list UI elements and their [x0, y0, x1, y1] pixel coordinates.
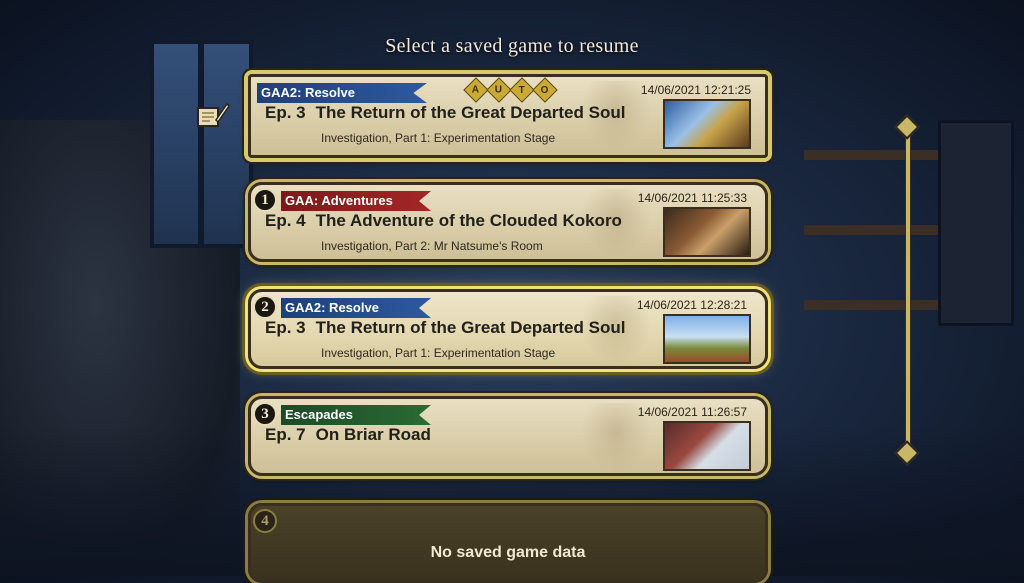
save-thumbnail [663, 314, 751, 364]
background-shelf [804, 300, 954, 310]
episode-title: Ep. 3 The Return of the Great Departed So… [265, 318, 625, 338]
chevron-up-icon[interactable] [894, 114, 920, 140]
episode-name: On Briar Road [315, 425, 431, 444]
episode-number: Ep. 3 [265, 318, 306, 337]
save-slot-3[interactable]: 3 Escapades 14/06/2021 11:26:57 Ep. 7 On … [248, 396, 768, 476]
episode-name: The Adventure of the Clouded Kokoro [315, 211, 622, 230]
series-ribbon: GAA: Adventures [281, 191, 431, 211]
background-figure [0, 120, 240, 576]
chapter-label: Investigation, Part 1: Experimentation S… [321, 131, 556, 145]
memo-icon [196, 100, 230, 130]
save-timestamp: 14/06/2021 11:25:33 [637, 191, 747, 205]
slot-number-badge: 4 [253, 509, 277, 533]
page-title: Select a saved game to resume [385, 35, 639, 57]
scrollbar[interactable] [894, 114, 920, 466]
save-slot-4[interactable]: 4 No saved game data [248, 503, 768, 583]
background-shelf [804, 150, 954, 160]
save-slot-1[interactable]: 1 GAA: Adventures 14/06/2021 11:25:33 Ep… [248, 182, 768, 262]
episode-name: The Return of the Great Departed Soul [315, 103, 626, 122]
background-door [938, 120, 1014, 326]
slot-number-badge: 3 [253, 402, 277, 426]
episode-name: The Return of the Great Departed Soul [315, 318, 626, 337]
series-ribbon: GAA2: Resolve [257, 83, 427, 103]
autosave-slot[interactable]: GAA2: Resolve A U T O 14/06/2021 12:21:2… [248, 74, 768, 158]
slot-number-badge: 2 [253, 295, 277, 319]
series-ribbon: GAA2: Resolve [281, 298, 431, 318]
episode-title: Ep. 7 On Briar Road [265, 425, 431, 445]
episode-title: Ep. 4 The Adventure of the Clouded Kokoro [265, 211, 622, 231]
series-ribbon: Escapades [281, 405, 431, 425]
episode-title: Ep. 3 The Return of the Great Departed So… [265, 103, 625, 123]
background-window [150, 40, 253, 248]
save-timestamp: 14/06/2021 12:21:25 [640, 83, 751, 97]
empty-slot-label: No saved game data [430, 544, 586, 561]
scroll-track[interactable] [905, 132, 911, 450]
chapter-label: Investigation, Part 2: Mr Natsume's Room [321, 239, 543, 253]
episode-number: Ep. 4 [265, 211, 306, 230]
auto-tag: A U T O [463, 77, 558, 103]
save-thumbnail [663, 99, 751, 149]
save-thumbnail [663, 207, 751, 257]
episode-number: Ep. 3 [265, 103, 306, 122]
background-shelf [804, 225, 954, 235]
save-timestamp: 14/06/2021 11:26:57 [637, 405, 747, 419]
episode-number: Ep. 7 [265, 425, 306, 444]
chevron-down-icon[interactable] [894, 440, 920, 466]
save-thumbnail [663, 421, 751, 471]
save-slot-2[interactable]: 2 GAA2: Resolve 14/06/2021 12:28:21 Ep. … [248, 289, 768, 369]
chapter-label: Investigation, Part 1: Experimentation S… [321, 346, 556, 360]
save-timestamp: 14/06/2021 12:28:21 [636, 298, 747, 312]
slot-number-badge: 1 [253, 188, 277, 212]
